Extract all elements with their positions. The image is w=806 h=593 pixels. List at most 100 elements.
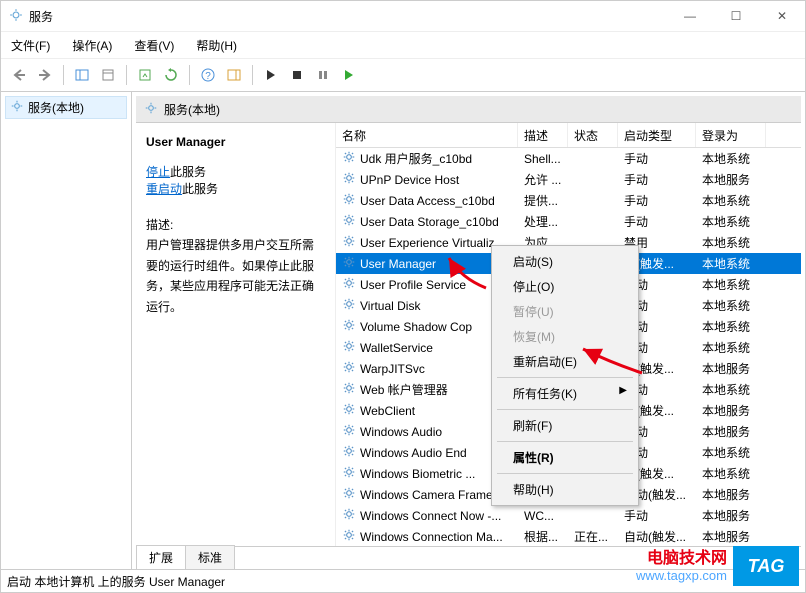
tab-standard[interactable]: 标准: [185, 545, 235, 569]
table-row[interactable]: User Data Access_c10bd提供...手动本地系统: [336, 190, 801, 211]
watermark-line2: www.tagxp.com: [636, 568, 727, 584]
table-row[interactable]: Windows Connection Ma...根据...正在...自动(触发.…: [336, 526, 801, 546]
menu-help[interactable]: 帮助(H): [192, 35, 241, 56]
ctx-refresh[interactable]: 刷新(F): [495, 413, 635, 438]
gear-icon: [342, 255, 356, 272]
menu-file[interactable]: 文件(F): [7, 35, 54, 56]
context-menu: 启动(S) 停止(O) 暂停(U) 恢复(M) 重新启动(E) 所有任务(K)▶…: [491, 245, 639, 506]
service-logon-cell: 本地系统: [696, 381, 766, 398]
ctx-properties[interactable]: 属性(R): [495, 445, 635, 470]
gear-icon: [342, 339, 356, 356]
tab-extended[interactable]: 扩展: [136, 545, 186, 569]
window-title: 服务: [29, 8, 667, 25]
service-logon-cell: 本地服务: [696, 423, 766, 440]
service-logon-cell: 本地系统: [696, 234, 766, 251]
ctx-start[interactable]: 启动(S): [495, 249, 635, 274]
service-name-cell: WarpJITSvc: [360, 362, 425, 376]
gear-icon: [10, 99, 24, 116]
watermark: 电脑技术网 www.tagxp.com TAG: [636, 546, 799, 586]
service-desc-cell: 根据...: [518, 528, 568, 545]
service-name-cell: UPnP Device Host: [360, 173, 459, 187]
gear-icon: [342, 360, 356, 377]
service-logon-cell: 本地服务: [696, 528, 766, 545]
restart-link[interactable]: 重启动: [146, 182, 182, 196]
titlebar: 服务 — ☐ ✕: [1, 1, 805, 32]
stop-service-button[interactable]: [285, 63, 309, 87]
table-row[interactable]: Udk 用户服务_c10bdShell...手动本地系统: [336, 148, 801, 169]
col-desc[interactable]: 描述: [518, 123, 568, 147]
toolbar: ?: [1, 58, 805, 92]
forward-button[interactable]: [33, 63, 57, 87]
gear-icon: [342, 276, 356, 293]
stop-link[interactable]: 停止: [146, 165, 170, 179]
properties-button[interactable]: [96, 63, 120, 87]
gear-icon: [342, 192, 356, 209]
service-logon-cell: 本地系统: [696, 192, 766, 209]
ctx-help[interactable]: 帮助(H): [495, 477, 635, 502]
gear-icon: [342, 213, 356, 230]
right-pane-title: 服务(本地): [164, 101, 220, 118]
menu-action[interactable]: 操作(A): [68, 35, 116, 56]
gear-icon: [144, 101, 158, 118]
svg-text:?: ?: [205, 71, 211, 82]
service-logon-cell: 本地系统: [696, 255, 766, 272]
service-name-cell: User Experience Virtualiz...: [360, 236, 505, 250]
restart-service-button[interactable]: [337, 63, 361, 87]
minimize-button[interactable]: —: [667, 1, 713, 31]
menu-view[interactable]: 查看(V): [130, 35, 178, 56]
gear-icon: [342, 507, 356, 524]
table-row[interactable]: UPnP Device Host允许 ...手动本地服务: [336, 169, 801, 190]
service-name-cell: WebClient: [360, 404, 415, 418]
maximize-button[interactable]: ☐: [713, 1, 759, 31]
help-button[interactable]: ?: [196, 63, 220, 87]
service-logon-cell: 本地系统: [696, 276, 766, 293]
service-name-cell: Windows Camera Frame ...: [360, 488, 506, 502]
tree-root-label: 服务(本地): [28, 99, 84, 116]
menubar: 文件(F) 操作(A) 查看(V) 帮助(H): [1, 32, 805, 58]
gear-icon: [342, 150, 356, 167]
pause-service-button[interactable]: [311, 63, 335, 87]
show-hide-console-tree-button[interactable]: [70, 63, 94, 87]
service-logon-cell: 本地系统: [696, 297, 766, 314]
tree-pane: 服务(本地): [1, 92, 132, 569]
gear-icon: [342, 171, 356, 188]
service-name-cell: Udk 用户服务_c10bd: [360, 150, 472, 167]
description-label: 描述:: [146, 215, 325, 235]
service-desc-cell: Shell...: [518, 152, 568, 166]
service-name-cell: User Profile Service: [360, 278, 466, 292]
service-logon-cell: 本地系统: [696, 318, 766, 335]
service-startup-cell: 手动: [618, 171, 696, 188]
gear-icon: [342, 234, 356, 251]
gear-icon: [342, 444, 356, 461]
ctx-all-tasks[interactable]: 所有任务(K)▶: [495, 381, 635, 406]
close-button[interactable]: ✕: [759, 1, 805, 31]
service-startup-cell: 手动: [618, 213, 696, 230]
service-startup-cell: 手动: [618, 192, 696, 209]
tree-root-services-local[interactable]: 服务(本地): [5, 96, 127, 119]
service-name-cell: Web 帐户管理器: [360, 381, 448, 398]
service-name-cell: WalletService: [360, 341, 433, 355]
service-logon-cell: 本地系统: [696, 339, 766, 356]
col-logon[interactable]: 登录为: [696, 123, 766, 147]
service-logon-cell: 本地系统: [696, 465, 766, 482]
services-icon: [9, 8, 23, 25]
action-pane-button[interactable]: [222, 63, 246, 87]
start-service-button[interactable]: [259, 63, 283, 87]
table-row[interactable]: User Data Storage_c10bd处理...手动本地系统: [336, 211, 801, 232]
service-name-cell: User Data Access_c10bd: [360, 194, 495, 208]
service-logon-cell: 本地系统: [696, 444, 766, 461]
detail-pane: User Manager 停止此服务 重启动此服务 描述: 用户管理器提供多用户…: [136, 123, 336, 546]
ctx-restart[interactable]: 重新启动(E): [495, 349, 635, 374]
service-name-cell: Virtual Disk: [360, 299, 420, 313]
table-row[interactable]: Windows Connect Now -...WC...手动本地服务: [336, 505, 801, 526]
gear-icon: [342, 402, 356, 419]
col-startup[interactable]: 启动类型: [618, 123, 696, 147]
ctx-resume: 恢复(M): [495, 324, 635, 349]
col-name[interactable]: 名称: [336, 123, 518, 147]
ctx-stop[interactable]: 停止(O): [495, 274, 635, 299]
export-list-button[interactable]: [133, 63, 157, 87]
col-status[interactable]: 状态: [568, 123, 618, 147]
refresh-button[interactable]: [159, 63, 183, 87]
back-button[interactable]: [7, 63, 31, 87]
ctx-pause: 暂停(U): [495, 299, 635, 324]
